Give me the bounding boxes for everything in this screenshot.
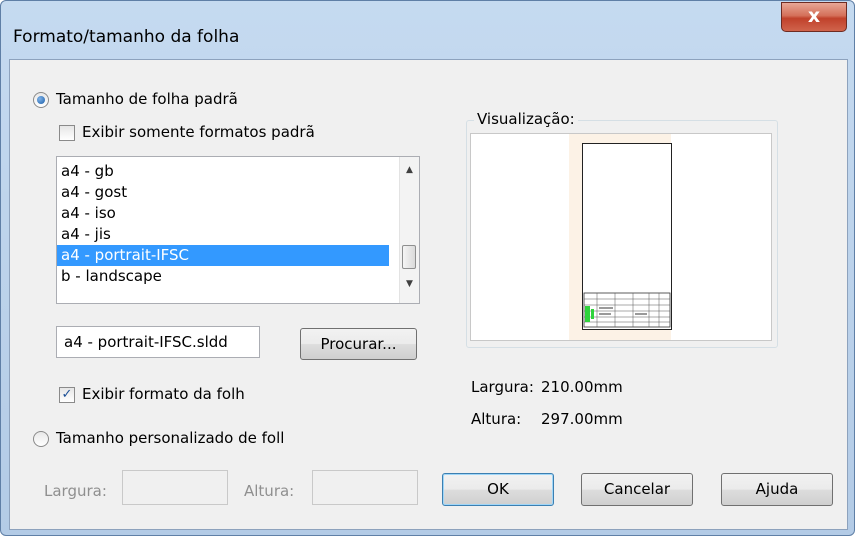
custom-width-field[interactable] [122,470,228,505]
preview-height-value: 297.00mm [541,410,623,428]
dialog-title: Formato/tamanho da folha [13,27,240,47]
only-standard-formats-label[interactable]: Exibir somente formatos padrã [82,123,315,141]
radio-selected-dot [37,96,45,104]
only-standard-formats-checkbox[interactable] [59,125,75,141]
custom-height-label: Altura: [244,482,295,500]
browse-button[interactable]: Procurar... [300,328,417,360]
cancel-button[interactable]: Cancelar [581,473,693,506]
title-bar[interactable]: Formato/tamanho da folha x [1,1,854,57]
listbox-scrollbar[interactable]: ▲ ▼ [399,157,419,303]
title-block-graphic [583,292,671,328]
preview-height-label: Altura: [471,410,522,428]
show-sheet-format-label[interactable]: Exibir formato da folh [82,385,245,403]
format-file-value: a4 - portrait-IFSC.sldd [64,333,228,351]
close-icon: x [807,5,821,27]
preview-width-value: 210.00mm [541,378,623,396]
sheet-outline [582,143,672,330]
scroll-up-arrow-icon[interactable]: ▲ [400,161,419,179]
standard-size-radio[interactable] [33,92,49,108]
show-sheet-format-checkbox[interactable]: ✓ [59,387,75,403]
scroll-thumb[interactable] [402,245,416,269]
list-item[interactable]: a4 - gb [57,161,389,182]
help-button[interactable]: Ajuda [721,473,833,506]
custom-size-radio[interactable] [33,431,49,447]
dialog-window: Formato/tamanho da folha x Tamanho de fo… [0,0,855,536]
preview-width-label: Largura: [471,378,534,396]
checkmark-icon: ✓ [61,387,73,402]
list-item-selected[interactable]: a4 - portrait-IFSC [57,245,389,266]
sheet-preview [470,133,772,341]
scroll-down-arrow-icon[interactable]: ▼ [400,275,419,293]
dialog-client-area: Tamanho de folha padrã Exibir somente fo… [9,59,848,530]
list-item[interactable]: a4 - jis [57,224,389,245]
standard-size-label[interactable]: Tamanho de folha padrã [56,90,238,108]
list-item[interactable]: a4 - gost [57,182,389,203]
format-file-field[interactable]: a4 - portrait-IFSC.sldd [56,326,260,358]
custom-height-field[interactable] [312,470,418,505]
list-item[interactable]: a4 - iso [57,203,389,224]
ok-button[interactable]: OK [442,473,554,506]
custom-size-label[interactable]: Tamanho personalizado de foll [56,429,284,447]
custom-width-label: Largura: [44,482,107,500]
list-item[interactable]: b - landscape [57,266,389,287]
format-listbox[interactable]: a4 - gb a4 - gost a4 - iso a4 - jis a4 -… [56,156,420,304]
preview-group-label: Visualização: [474,110,578,128]
close-button[interactable]: x [781,2,847,32]
